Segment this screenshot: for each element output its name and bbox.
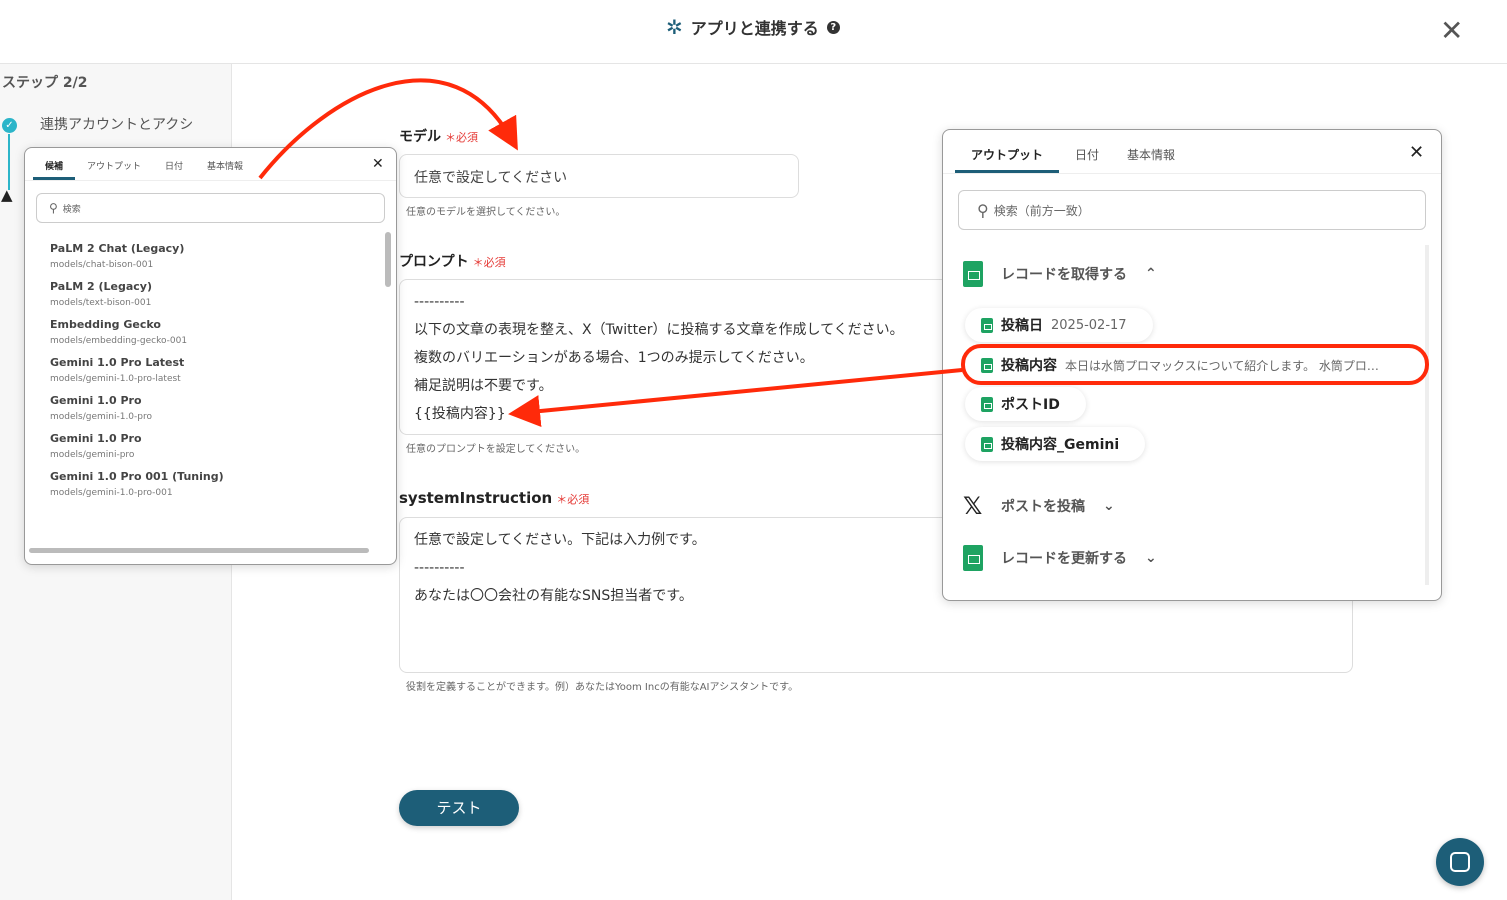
prompt-textarea[interactable]: ---------- 以下の文章の表現を整え、X（Twitter）に投稿する文章… [399, 279, 959, 435]
tab-basic-info[interactable]: 基本情報 [1115, 130, 1187, 173]
google-sheets-icon [981, 317, 993, 333]
model-label: モデル ＊必須 [399, 129, 478, 145]
prompt-label: プロンプト ＊必須 [399, 254, 506, 270]
search-input[interactable]: ⚲ 検索（前方一致） [958, 190, 1426, 230]
check-icon: ✓ [2, 118, 17, 133]
tab-candidates[interactable]: 候補 [33, 148, 76, 180]
chevron-down-icon: ⌄ [1145, 550, 1157, 566]
test-button[interactable]: テスト [399, 790, 519, 826]
search-input[interactable]: ⚲ 検索 [36, 193, 385, 223]
google-sheets-icon [981, 396, 993, 412]
model-picker-popup: 候補 アウトプット 日付 基本情報 ✕ ⚲ 検索 PaLM 2 Chat (Leg… [24, 147, 397, 565]
model-hint: 任意のモデルを選択してください。 [406, 207, 566, 218]
model-list: PaLM 2 Chat (Legacy) models/chat-bison-00… [25, 232, 396, 542]
close-icon[interactable]: ✕ [1409, 142, 1424, 163]
google-sheets-icon [963, 545, 983, 571]
prompt-hint: 任意のプロンプトを設定してください。 [406, 444, 586, 455]
group-post[interactable]: 𝕏 ポストを投稿 ⌄ [963, 492, 1115, 520]
dialog-title: ✲ アプリと連携する ? [666, 15, 840, 39]
vertical-scrollbar[interactable] [385, 232, 391, 287]
close-icon[interactable]: ✕ [372, 156, 384, 172]
step-line [8, 134, 10, 190]
google-sheets-icon [981, 436, 993, 452]
chat-support-button[interactable] [1436, 838, 1484, 886]
tab-output[interactable]: アウトプット [75, 148, 153, 180]
header: ✲ アプリと連携する ? ✕ [0, 0, 1507, 64]
tab-date[interactable]: 日付 [1059, 130, 1115, 173]
list-item[interactable]: Gemini 1.0 Pro models/gemini-1.0-pro [25, 394, 396, 422]
list-item[interactable]: Gemini 1.0 Pro models/gemini-pro [25, 432, 396, 460]
network-icon: ✲ [666, 15, 683, 39]
search-icon: ⚲ [977, 200, 989, 220]
google-sheets-icon [981, 357, 993, 373]
list-item[interactable]: Gemini 1.0 Pro Latest models/gemini-1.0-p… [25, 356, 396, 384]
list-item[interactable]: PaLM 2 Chat (Legacy) models/chat-bison-00… [25, 242, 396, 270]
output-item[interactable]: 投稿内容_Gemini [965, 427, 1146, 461]
chevron-down-icon: ⌄ [1103, 498, 1115, 514]
horizontal-scrollbar[interactable] [29, 548, 369, 553]
output-item-highlighted[interactable]: 投稿内容 本日は水筒プロマックスについて紹介します。 水筒プロ… [965, 348, 1425, 382]
output-item[interactable]: 投稿日 2025-02-17 [965, 308, 1153, 342]
tab-basic-info[interactable]: 基本情報 [195, 148, 255, 180]
list-item[interactable]: Gemini 1.0 Pro 001 (Tuning) models/gemini… [25, 470, 396, 498]
x-logo-icon: 𝕏 [963, 492, 983, 520]
output-picker-popup: アウトプット 日付 基本情報 ✕ ⚲ 検索（前方一致） レコードを取得する ⌃ 投稿… [942, 129, 1442, 601]
chevron-up-icon: ⌃ [1145, 266, 1157, 282]
list-item[interactable]: PaLM 2 (Legacy) models/text-bison-001 [25, 280, 396, 308]
google-sheets-icon [963, 261, 983, 287]
step-indicator: ステップ 2/2 [2, 75, 88, 91]
system-hint: 役割を定義することができます。例）あなたはYoom Incの有能なAIアシスタン… [406, 682, 799, 693]
group-update-record[interactable]: レコードを更新する ⌄ [963, 545, 1157, 571]
help-icon[interactable]: ? [826, 20, 840, 34]
warning-icon: ▲ [1, 186, 13, 204]
chat-icon [1450, 852, 1470, 872]
vertical-scrollbar[interactable] [1425, 245, 1429, 585]
close-icon[interactable]: ✕ [1440, 14, 1463, 47]
title-text: アプリと連携する [690, 19, 819, 38]
search-icon: ⚲ [49, 201, 58, 215]
system-label: systemInstruction ＊必須 [399, 489, 590, 507]
model-input[interactable]: 任意で設定してください [399, 154, 799, 198]
list-item[interactable]: Embedding Gecko models/embedding-gecko-00… [25, 318, 396, 346]
group-get-record[interactable]: レコードを取得する ⌃ [963, 261, 1157, 287]
output-item[interactable]: ポストID [965, 387, 1086, 421]
tab-date[interactable]: 日付 [153, 148, 195, 180]
tab-output[interactable]: アウトプット [955, 130, 1060, 173]
sidebar-step-link[interactable]: 連携アカウントとアクシ [40, 114, 193, 134]
